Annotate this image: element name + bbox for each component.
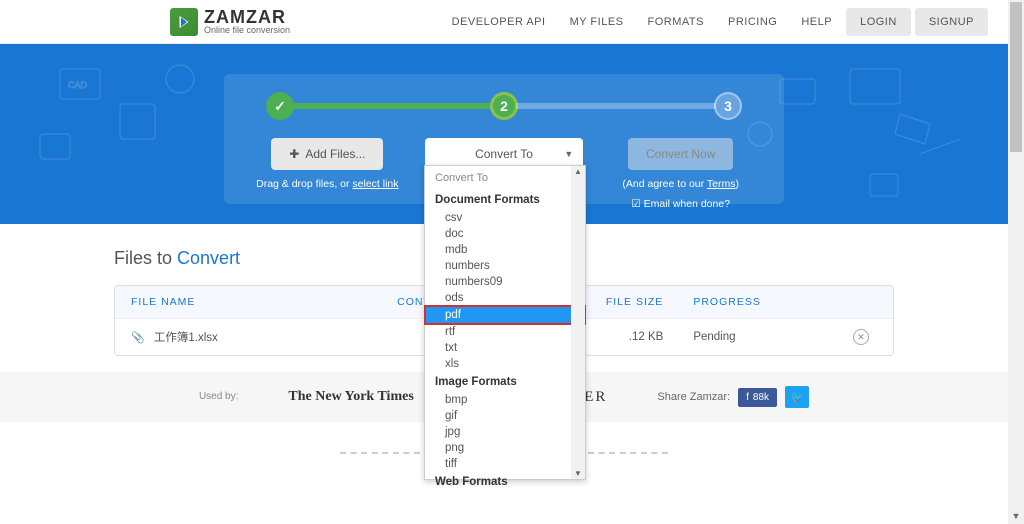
login-button[interactable]: LOGIN — [846, 8, 911, 36]
convert-to-label: Convert To — [475, 147, 533, 161]
logo[interactable]: ZAMZAR Online file conversion — [170, 8, 290, 36]
facebook-share-button[interactable]: f 88k — [738, 388, 777, 407]
dropdown-group-image: Image Formats — [425, 372, 585, 392]
step-line-1-2 — [292, 103, 492, 109]
twitter-share-button[interactable]: 🐦 — [785, 386, 809, 408]
scroll-down-arrow[interactable]: ▼ — [1008, 508, 1024, 524]
er-text: ER — [584, 389, 607, 406]
format-pdf[interactable]: pdf — [425, 306, 585, 324]
scroll-down-icon[interactable]: ▼ — [574, 469, 582, 478]
facebook-count: 88k — [753, 392, 769, 403]
dropdown-group-document: Document Formats — [425, 190, 585, 210]
format-doc[interactable]: doc — [425, 226, 585, 242]
step-2-circle: 2 — [490, 92, 518, 120]
nyt-logo: The New York Times — [288, 389, 413, 405]
scrollbar-thumb[interactable] — [1010, 2, 1022, 152]
plus-icon: ✚ — [289, 147, 299, 161]
add-files-label: Add Files... — [305, 147, 365, 161]
terms-link[interactable]: Terms — [707, 178, 736, 190]
file-name: 工作簿1.xlsx — [154, 332, 218, 344]
signup-button[interactable]: SIGNUP — [915, 8, 988, 36]
format-rtf[interactable]: rtf — [425, 324, 585, 340]
svg-text:CAD: CAD — [68, 80, 88, 90]
nav-pricing[interactable]: PRICING — [718, 8, 787, 36]
format-gif[interactable]: gif — [425, 408, 585, 424]
top-nav: DEVELOPER API MY FILES FORMATS PRICING H… — [442, 8, 988, 36]
format-ods[interactable]: ods — [425, 290, 585, 306]
nav-formats[interactable]: FORMATS — [638, 8, 714, 36]
twitter-icon: 🐦 — [790, 391, 804, 404]
nav-developer-api[interactable]: DEVELOPER API — [442, 8, 556, 36]
dropdown-header: Convert To — [425, 166, 585, 190]
format-numbers[interactable]: numbers — [425, 258, 585, 274]
col-header-name: FILE NAME — [131, 296, 397, 308]
select-link[interactable]: select link — [352, 178, 398, 190]
used-by-label: Used by: — [199, 391, 238, 403]
nav-my-files[interactable]: MY FILES — [560, 8, 634, 36]
step-indicator: ✓ 2 3 — [248, 92, 760, 120]
logo-text: ZAMZAR Online file conversion — [204, 8, 290, 35]
scroll-up-icon[interactable]: ▲ — [574, 167, 582, 176]
convert-now-label: Convert Now — [646, 147, 715, 161]
dropdown-scrollbar[interactable]: ▲ ▼ — [571, 166, 585, 479]
col-header-progress: PROGRESS — [663, 296, 853, 308]
remove-file-button[interactable]: ✕ — [853, 329, 869, 345]
share-label: Share Zamzar: — [657, 391, 730, 403]
share-section: Share Zamzar: f 88k 🐦 — [657, 386, 809, 408]
add-files-button[interactable]: ✚ Add Files... — [271, 138, 383, 170]
checkbox-icon[interactable]: ☑ — [631, 198, 640, 210]
dropdown-group-web: Web Formats — [425, 472, 585, 492]
logo-icon — [170, 8, 198, 36]
format-dropdown-menu[interactable]: Convert To Document Formats csv doc mdb … — [424, 165, 586, 480]
nav-help[interactable]: HELP — [791, 8, 842, 36]
page-scrollbar[interactable]: ▲ ▼ — [1008, 0, 1024, 524]
format-tiff[interactable]: tiff — [425, 456, 585, 472]
format-numbers09[interactable]: numbers09 — [425, 274, 585, 290]
convert-now-button[interactable]: Convert Now — [628, 138, 733, 170]
terms-caption: (And agree to our Terms) — [601, 178, 760, 190]
email-caption: ☑ Email when done? — [601, 198, 760, 210]
format-png[interactable]: png — [425, 440, 585, 456]
format-mdb[interactable]: mdb — [425, 242, 585, 258]
header: ZAMZAR Online file conversion DEVELOPER … — [0, 0, 1008, 44]
format-txt[interactable]: txt — [425, 340, 585, 356]
format-bmp[interactable]: bmp — [425, 392, 585, 408]
format-xls[interactable]: xls — [425, 356, 585, 372]
step-1-circle: ✓ — [266, 92, 294, 120]
format-jpg[interactable]: jpg — [425, 424, 585, 440]
format-csv[interactable]: csv — [425, 210, 585, 226]
drag-drop-caption: Drag & drop files, or select link — [248, 178, 407, 190]
step-line-2-3 — [516, 103, 716, 109]
file-progress: Pending — [663, 331, 853, 343]
facebook-icon: f — [746, 392, 749, 403]
attachment-icon: 📎 — [131, 332, 145, 344]
step-3-circle: 3 — [714, 92, 742, 120]
